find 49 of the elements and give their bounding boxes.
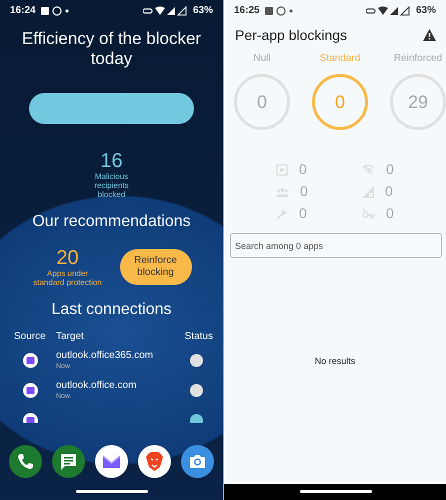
protected-label: Apps under standard protection — [32, 269, 103, 287]
section-title: Our recommendations — [32, 213, 191, 231]
status-time: 16:24 — [10, 5, 36, 16]
wrench-icon — [276, 208, 288, 220]
column-header: Source — [14, 331, 47, 342]
warning-icon[interactable] — [423, 29, 436, 41]
battery-level: 63% — [192, 5, 213, 16]
chat-icon[interactable] — [52, 445, 85, 478]
section-title: Last connections — [51, 301, 172, 319]
stat-count: 0 — [299, 162, 307, 177]
search-field[interactable]: Search among 0 apps — [230, 233, 442, 258]
level-count: 0 — [234, 74, 290, 130]
key-off-icon — [362, 208, 375, 220]
level-count: 0 — [312, 74, 368, 130]
stat-count: 0 — [386, 206, 394, 221]
camera-icon[interactable] — [181, 445, 214, 478]
level-count: 29 — [390, 74, 446, 130]
envelope-icon[interactable] — [95, 445, 128, 478]
blocked-label: Malicious recipients blocked — [93, 172, 130, 199]
target-host: outlook.office365.com — [56, 350, 154, 361]
signal-icons-drawing — [366, 6, 412, 16]
screen-title: Efficiency of the blocker today — [22, 29, 202, 69]
level-tab[interactable]: Reinforced — [394, 53, 442, 64]
app-icon — [23, 412, 38, 423]
column-header: Target — [56, 331, 85, 342]
reinforce-button[interactable]: Reinforce blocking — [120, 249, 192, 285]
empty-message: No results — [314, 356, 356, 366]
blocked-count: 16 — [100, 150, 123, 172]
column-header: Status — [184, 331, 213, 342]
status-time: 16:25 — [234, 5, 260, 16]
target-host: outlook.office.com — [56, 380, 138, 391]
battery-level: 63% — [416, 5, 436, 16]
stat-count: 0 — [299, 206, 307, 221]
calendar-icon — [276, 164, 288, 176]
app-icon — [23, 352, 38, 368]
phone-icon[interactable] — [9, 445, 42, 478]
lion-icon[interactable] — [138, 445, 171, 478]
stat-count: 0 — [385, 184, 393, 199]
level-tab[interactable]: Null — [253, 53, 271, 64]
signal-icons-drawing — [142, 6, 189, 16]
level-tab[interactable]: Standard — [320, 53, 360, 64]
stat-count: 0 — [386, 162, 394, 177]
app-icon — [23, 382, 38, 398]
people-icon — [276, 186, 289, 198]
wifi-off-icon — [362, 164, 375, 176]
stat-count: 0 — [300, 184, 308, 199]
signal-off-icon — [362, 186, 374, 198]
screen-title: Per-app blockings — [235, 27, 348, 43]
protected-count: 20 — [56, 247, 79, 269]
